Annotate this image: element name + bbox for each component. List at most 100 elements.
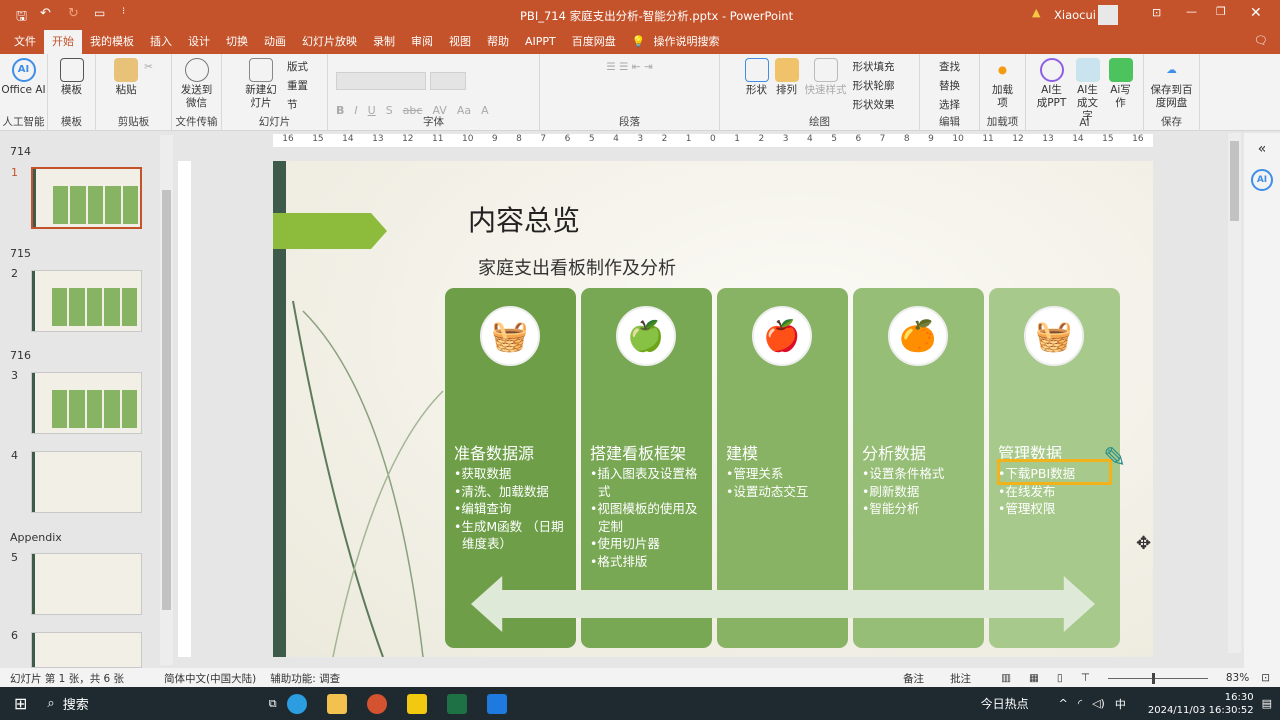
tab-aippt[interactable]: AIPPT [517,30,564,54]
template-button[interactable]: 模板 [59,58,84,97]
news-icon[interactable] [951,694,971,714]
wifi-icon[interactable]: ◜ [1078,697,1082,710]
reset-button[interactable]: 重置 [287,77,308,96]
comments-button[interactable]: 批注 [950,671,971,686]
slide-canvas[interactable]: 内容总览 家庭支出看板制作及分析 🧺 准备数据源 •获取数据 •清洗、加载数据 •编辑查… [273,161,1153,657]
reading-view-icon[interactable]: ▯ [1057,672,1063,684]
tab-home[interactable]: 开始 [44,30,82,54]
ai-write-button[interactable]: Ai写作 [1108,58,1133,110]
tab-my-templates[interactable]: 我的模板 [82,30,142,54]
select-button[interactable]: 选择 [939,96,960,115]
layout-button[interactable]: 版式 [287,58,308,77]
tab-file[interactable]: 文件 [6,30,44,54]
tray-chevron-icon[interactable]: ^ [1059,697,1068,710]
paste-button[interactable]: 粘贴 [114,58,139,97]
save-baidu-button[interactable]: ☁ 保存到百度网盘 [1150,58,1194,110]
avatar[interactable] [1098,5,1118,25]
slides-pane-scrollbar[interactable] [160,135,173,665]
arrange-button[interactable]: 排列 [774,58,799,97]
font-name-select[interactable] [336,72,426,90]
user-name[interactable]: Xiaocui [1054,8,1096,22]
zoom-slider[interactable] [1107,672,1208,684]
section-715[interactable]: 715 [10,247,31,260]
cut-icon[interactable]: ✂ [144,58,153,77]
slide-thumbnail-6[interactable] [31,632,142,668]
comments-icon[interactable]: 🗨 [1254,34,1268,47]
tab-help[interactable]: 帮助 [479,30,517,54]
find-button[interactable]: 查找 [939,58,960,77]
office-ai-button[interactable]: AI Office AI [1,58,46,97]
notification-icon[interactable]: ▤ [1262,697,1272,710]
shape-effects-button[interactable]: 形状效果 [853,96,895,115]
ime-indicator[interactable]: 中 [1115,696,1126,712]
ai-text-button[interactable]: AI生成文字 [1073,58,1103,123]
slide-thumbnail-2[interactable] [31,270,142,332]
slide-thumbnail-5[interactable] [31,553,142,615]
slide-number: 6 [11,629,18,642]
news-widget[interactable]: 今日热点 [981,695,1029,712]
customize-icon[interactable]: ⁝ [122,6,125,17]
normal-view-icon[interactable]: ▥ [1001,672,1011,684]
redo-icon[interactable]: ↻ [68,6,79,21]
present-icon[interactable]: ▭ [94,6,105,20]
fit-slide-icon[interactable]: ⊡ [1261,672,1270,684]
tab-animations[interactable]: 动画 [256,30,294,54]
quick-styles-button[interactable]: 快速样式 [805,58,847,97]
slide-thumbnail-4[interactable] [31,451,142,513]
new-slide-button[interactable]: 新建幻灯片 [241,58,281,110]
collapse-icon[interactable]: « [1244,141,1280,157]
shapes-button[interactable]: 形状 [744,58,769,97]
tab-view[interactable]: 视图 [441,30,479,54]
shape-outline-button[interactable]: 形状轮廓 [853,77,895,96]
slide-thumbnail-3[interactable] [31,372,142,434]
ai-icon[interactable]: AI [1251,169,1273,191]
close-icon[interactable]: ✕ [1250,5,1262,21]
slideshow-icon[interactable]: ⊤ [1081,672,1090,684]
minimize-icon[interactable]: — [1186,5,1197,18]
tab-review[interactable]: 审阅 [403,30,441,54]
send-wechat-button[interactable]: 发送到微信 [179,58,215,110]
tab-design[interactable]: 设计 [180,30,218,54]
section-716[interactable]: 716 [10,349,31,362]
section-button[interactable]: 节 [287,96,308,115]
bullets-icon[interactable]: ☰ ☰ ⇤ ⇥ [606,58,652,77]
notes-button[interactable]: 备注 [903,671,924,686]
shape-fill-button[interactable]: 形状填充 [853,58,895,77]
highlight-box [997,459,1112,485]
taskbar-search[interactable]: 搜索 [63,694,89,713]
section-714[interactable]: 714 [10,145,31,158]
zoom-level[interactable]: 83% [1226,672,1249,684]
power-bi-icon[interactable] [406,693,427,714]
file-explorer-icon[interactable] [326,693,347,714]
tab-slideshow[interactable]: 幻灯片放映 [294,30,365,54]
tab-baidu[interactable]: 百度网盘 [564,30,624,54]
excel-icon[interactable] [446,693,467,714]
search-icon[interactable]: ⌕ [47,696,54,711]
ribbon-display-icon[interactable]: ⊡ [1152,6,1161,19]
ribbon-tabs: 文件 开始 我的模板 插入 设计 切换 动画 幻灯片放映 录制 审阅 视图 帮助… [0,30,1280,54]
save-icon[interactable]: 🖫 [16,7,27,29]
slide-sorter-icon[interactable]: ▦ [1029,672,1039,684]
restore-icon[interactable]: ❐ [1216,5,1226,18]
addins-button[interactable]: ● 加载项 [991,58,1015,110]
volume-icon[interactable]: ◁) [1092,697,1105,710]
ai-ppt-button[interactable]: AI生成PPT [1037,58,1067,110]
accessibility[interactable]: 辅助功能: 调查 [270,671,340,686]
language[interactable]: 简体中文(中国大陆) [164,671,256,686]
clock[interactable]: 16:30 2024/11/03 16:30:52 [1148,691,1254,717]
powerpoint-icon[interactable] [366,693,387,714]
tell-me-search[interactable]: 操作说明搜索 [653,30,727,54]
section-appendix[interactable]: Appendix [10,531,62,544]
undo-icon[interactable]: ↶ [40,6,51,21]
font-size-select[interactable] [430,72,466,90]
windows-start-icon[interactable]: ⊞ [14,694,27,713]
edge-icon[interactable] [286,693,307,714]
app-icon[interactable] [486,693,507,714]
task-view-icon[interactable]: ⧉ [269,697,277,711]
tab-transitions[interactable]: 切换 [218,30,256,54]
replace-button[interactable]: 替换 [939,77,960,96]
slide-thumbnail-1[interactable] [31,167,142,229]
tab-insert[interactable]: 插入 [142,30,180,54]
tab-record[interactable]: 录制 [365,30,403,54]
slide-scrollbar[interactable] [1228,133,1241,653]
